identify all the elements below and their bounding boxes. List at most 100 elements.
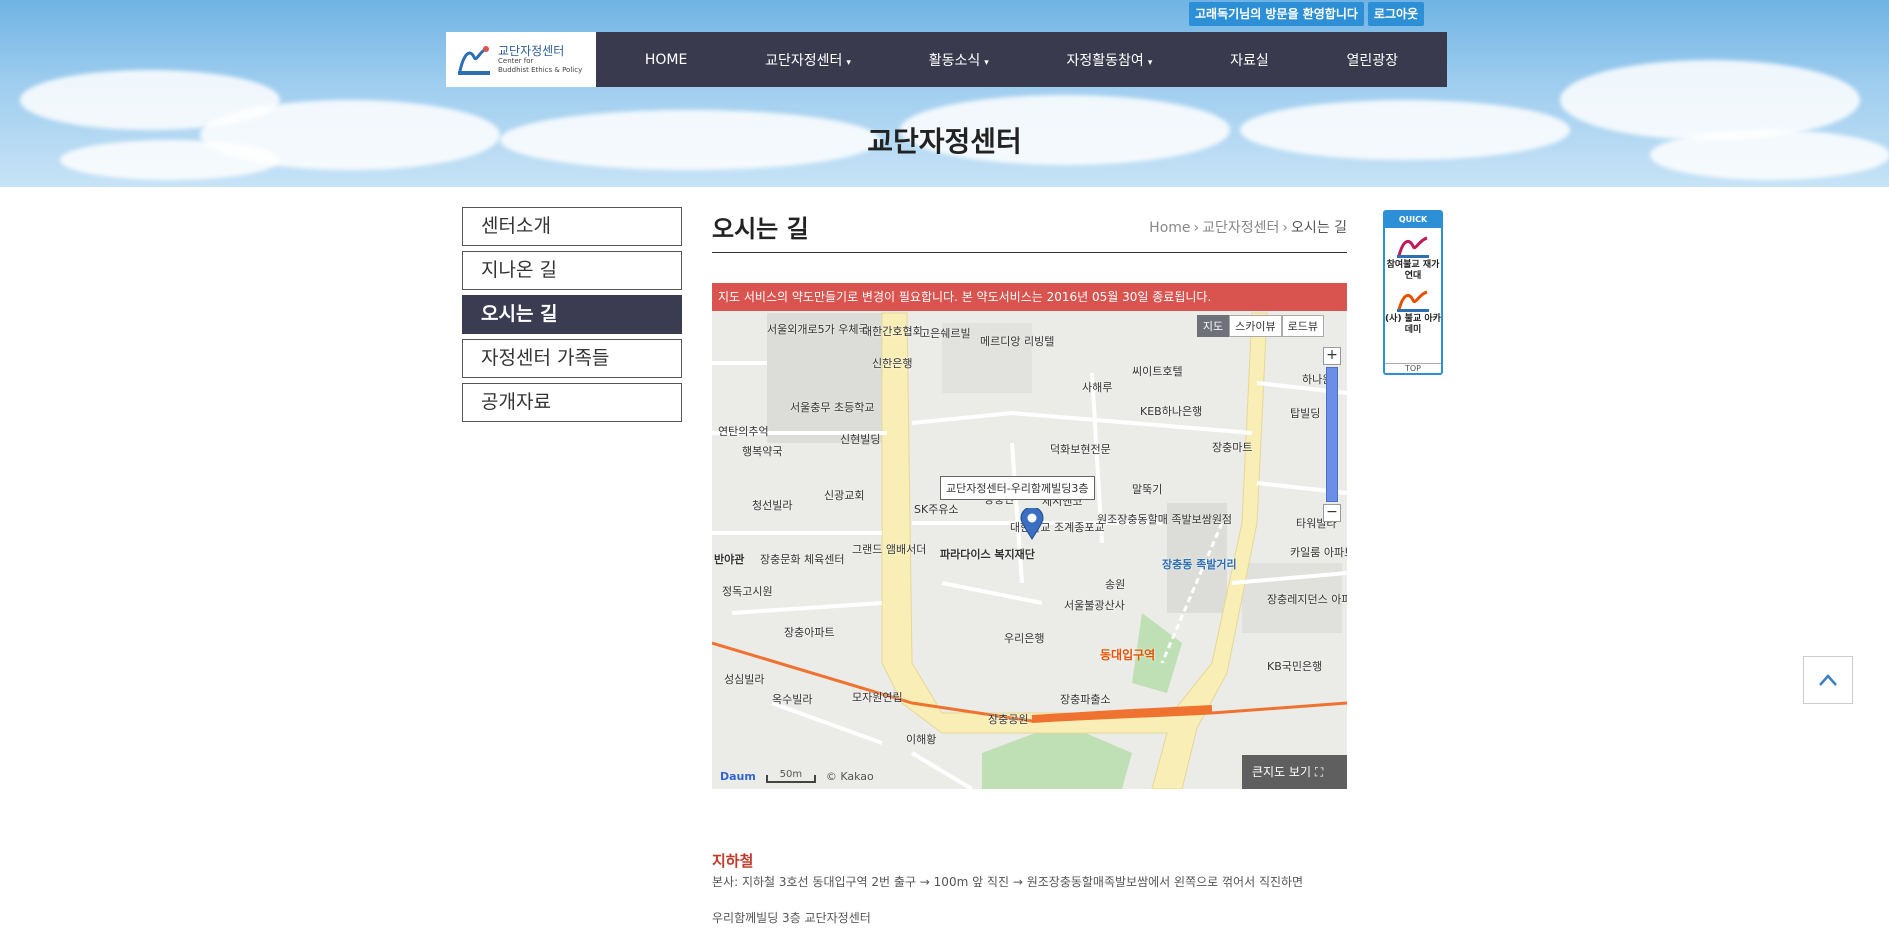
hero-banner: 고래독기님의 방문을 환영합니다 로그아웃 교단자정센터 Center for … bbox=[0, 0, 1889, 187]
zoom-out-button[interactable]: − bbox=[1323, 504, 1341, 522]
quick-item-academy-label: (사) 불교 아카데미 bbox=[1385, 314, 1441, 335]
hero-title: 교단자정센터 bbox=[867, 125, 1022, 158]
map-label-17: 청선빌라 bbox=[752, 499, 793, 512]
sidebar-item-0[interactable]: 센터소개 bbox=[462, 207, 682, 246]
map-label-9: KEB하나은행 bbox=[1140, 405, 1203, 418]
map-label-32: 장충레지던스 아파트 bbox=[1267, 593, 1347, 606]
big-map-button[interactable]: 큰지도 보기 ⛶ bbox=[1242, 755, 1347, 789]
map-label-26: 반야관 bbox=[714, 553, 745, 566]
map-type-2[interactable]: 로드뷰 bbox=[1281, 315, 1324, 337]
academy-logo-icon bbox=[1393, 286, 1433, 314]
map-label-27: 그랜드 앰배서더 bbox=[852, 543, 927, 556]
nav-item-4[interactable]: 자료실 bbox=[1230, 50, 1269, 70]
logo-title: 교단자정센터 bbox=[498, 43, 565, 58]
page-header: 오시는 길 Home › 교단자정센터 › 오시는 길 bbox=[712, 205, 1347, 253]
map-label-10: 탑빌딩 bbox=[1290, 407, 1321, 420]
map-label-11: 연탄의추억 bbox=[718, 425, 769, 438]
scroll-to-top-button[interactable] bbox=[1803, 656, 1853, 704]
sidebar-item-3[interactable]: 자정센터 가족들 bbox=[462, 339, 682, 378]
map-label-12: 행복약국 bbox=[742, 445, 783, 458]
quick-item-participation[interactable]: 참여불교 재가연대 bbox=[1385, 232, 1441, 282]
map-label-15: 덕화보현전문 bbox=[1050, 443, 1111, 456]
map-label-6: 씨이트호텔 bbox=[1132, 365, 1183, 378]
quick-item-participation-label: 참여불교 재가연대 bbox=[1386, 260, 1440, 281]
map-type-0[interactable]: 지도 bbox=[1196, 315, 1230, 337]
map-label-41: 모자원연립 bbox=[852, 691, 903, 704]
menu-bar: HOME 교단자정센터 ▾ 활동소식 ▾ 자정활동참여 ▾ 자료실 열린광장 bbox=[596, 32, 1447, 87]
map-label-37: 동대입구역 bbox=[1100, 648, 1156, 662]
map-scale-label: 50m bbox=[779, 769, 803, 780]
breadcrumb: Home › 교단자정센터 › 오시는 길 bbox=[1149, 217, 1347, 237]
logout-button[interactable]: 로그아웃 bbox=[1367, 2, 1425, 26]
nav-item-label: 활동소식 bbox=[928, 52, 981, 69]
quick-title: QUICK bbox=[1385, 212, 1441, 228]
map-label-4: 신한은행 bbox=[872, 357, 913, 370]
quick-top-link[interactable]: TOP bbox=[1385, 363, 1441, 373]
nav-item-label: HOME bbox=[644, 51, 688, 68]
nav-item-1[interactable]: 교단자정센터 ▾ bbox=[765, 50, 851, 70]
breadcrumb-item-0[interactable]: Home bbox=[1149, 220, 1190, 236]
map-label-18: SK주유소 bbox=[914, 503, 959, 516]
location-map[interactable]: 서울외개로5가 우체국 대한간호협회 고은쉐르빌 메르디앙 리빙텔 신한은행 사해루 씨이트… bbox=[712, 283, 1347, 789]
sidebar-item-1[interactable]: 지나온 길 bbox=[462, 251, 682, 290]
sidebar-item-4[interactable]: 공개자료 bbox=[462, 383, 682, 422]
map-label-28: 송원 bbox=[1105, 578, 1126, 591]
map-attribution: Daum 50m © Kakao bbox=[720, 770, 874, 783]
map-label-42: 장충파출소 bbox=[1060, 693, 1111, 706]
nav-item-5[interactable]: 열린광장 bbox=[1347, 50, 1399, 70]
map-label-21: 말뚝기 bbox=[1132, 483, 1163, 496]
nav-item-0[interactable]: HOME bbox=[645, 52, 687, 68]
subway-heading: 지하철 bbox=[712, 852, 754, 870]
big-map-label: 큰지도 보기 bbox=[1252, 765, 1312, 779]
map-label-33: 정독고시원 bbox=[722, 585, 773, 598]
map-label-36: 우리은행 bbox=[1004, 632, 1045, 645]
map-notice-banner: 지도 서비스의 약도만들기로 변경이 필요합니다. 본 약도서비스는 2016년… bbox=[712, 283, 1347, 311]
nav-item-3[interactable]: 자정활동참여 ▾ bbox=[1067, 50, 1153, 70]
logo-subtitle-1: Center for bbox=[498, 56, 534, 65]
logo-mark-icon bbox=[456, 43, 492, 77]
quick-item-academy[interactable]: (사) 불교 아카데미 bbox=[1385, 286, 1441, 336]
map-label-14: 장충마트 bbox=[1212, 441, 1253, 454]
map-label-43: 장충공원 bbox=[988, 713, 1029, 726]
map-type-1[interactable]: 스카이뷰 bbox=[1229, 315, 1282, 337]
map-label-29: 장충동 족발거리 bbox=[1162, 558, 1237, 571]
caret-down-icon: ▾ bbox=[1147, 57, 1153, 68]
breadcrumb-item-1[interactable]: 교단자정센터 bbox=[1202, 220, 1279, 236]
nav-item-label: 자료실 bbox=[1230, 52, 1269, 69]
nav-item-2[interactable]: 활동소식 ▾ bbox=[929, 50, 989, 70]
map-label-39: 성심빌라 bbox=[724, 673, 765, 686]
map-label-13: 신현빌딩 bbox=[840, 433, 881, 446]
welcome-badge: 고래독기님의 방문을 환영합니다 bbox=[1189, 2, 1364, 26]
page-title: 오시는 길 bbox=[712, 215, 809, 243]
map-scale: 50m bbox=[765, 770, 816, 783]
fullscreen-icon: ⛶ bbox=[1314, 765, 1324, 779]
top-utility-bar: 고래독기님의 방문을 환영합니다 로그아웃 bbox=[1189, 2, 1425, 26]
nav-item-label: 자정활동참여 bbox=[1066, 52, 1144, 69]
zoom-slider[interactable] bbox=[1326, 367, 1338, 502]
breadcrumb-separator-icon: › bbox=[1282, 220, 1289, 236]
quick-menu: QUICK 참여불교 재가연대 (사) 불교 아카데미 TOP bbox=[1383, 210, 1443, 375]
participation-logo-icon bbox=[1393, 232, 1433, 260]
map-label-35: 장충아파트 bbox=[784, 626, 835, 639]
caret-down-icon: ▾ bbox=[984, 57, 989, 68]
map-label-3: 메르디앙 리빙텔 bbox=[980, 335, 1055, 348]
zoom-in-button[interactable]: + bbox=[1323, 347, 1341, 365]
sidebar-menu: 센터소개지나온 길오시는 길자정센터 가족들공개자료 bbox=[462, 207, 682, 427]
map-type-switch: 지도 스카이뷰 로드뷰 bbox=[1196, 315, 1324, 337]
breadcrumb-item-2: 오시는 길 bbox=[1291, 220, 1347, 236]
map-label-40: 옥수빌라 bbox=[772, 693, 813, 706]
map-label-8: 서울충무 초등학교 bbox=[790, 401, 875, 414]
map-marker-label[interactable]: 교단자정센터-우리함께빌딩3층 bbox=[940, 476, 1095, 500]
sidebar-item-2[interactable]: 오시는 길 bbox=[462, 295, 682, 334]
directions-line-1: 본사: 지하철 3호선 동대입구역 2번 출구 → 100m 앞 직진 → 원조… bbox=[712, 875, 1304, 889]
chevron-up-icon bbox=[1819, 674, 1837, 686]
breadcrumb-separator-icon: › bbox=[1193, 220, 1200, 236]
map-label-25: 장충문화 체육센터 bbox=[760, 553, 845, 566]
map-label-38: KB국민은행 bbox=[1267, 660, 1323, 673]
map-label-23: 원조장충동할매 족발보쌈원점 bbox=[1097, 513, 1233, 526]
site-logo[interactable]: 교단자정센터 Center for Buddhist Ethics & Poli… bbox=[446, 32, 596, 87]
caret-down-icon: ▾ bbox=[846, 57, 851, 68]
map-marker-icon[interactable] bbox=[1020, 506, 1044, 544]
daum-logo: Daum bbox=[720, 770, 756, 783]
map-copyright: © Kakao bbox=[825, 770, 874, 783]
